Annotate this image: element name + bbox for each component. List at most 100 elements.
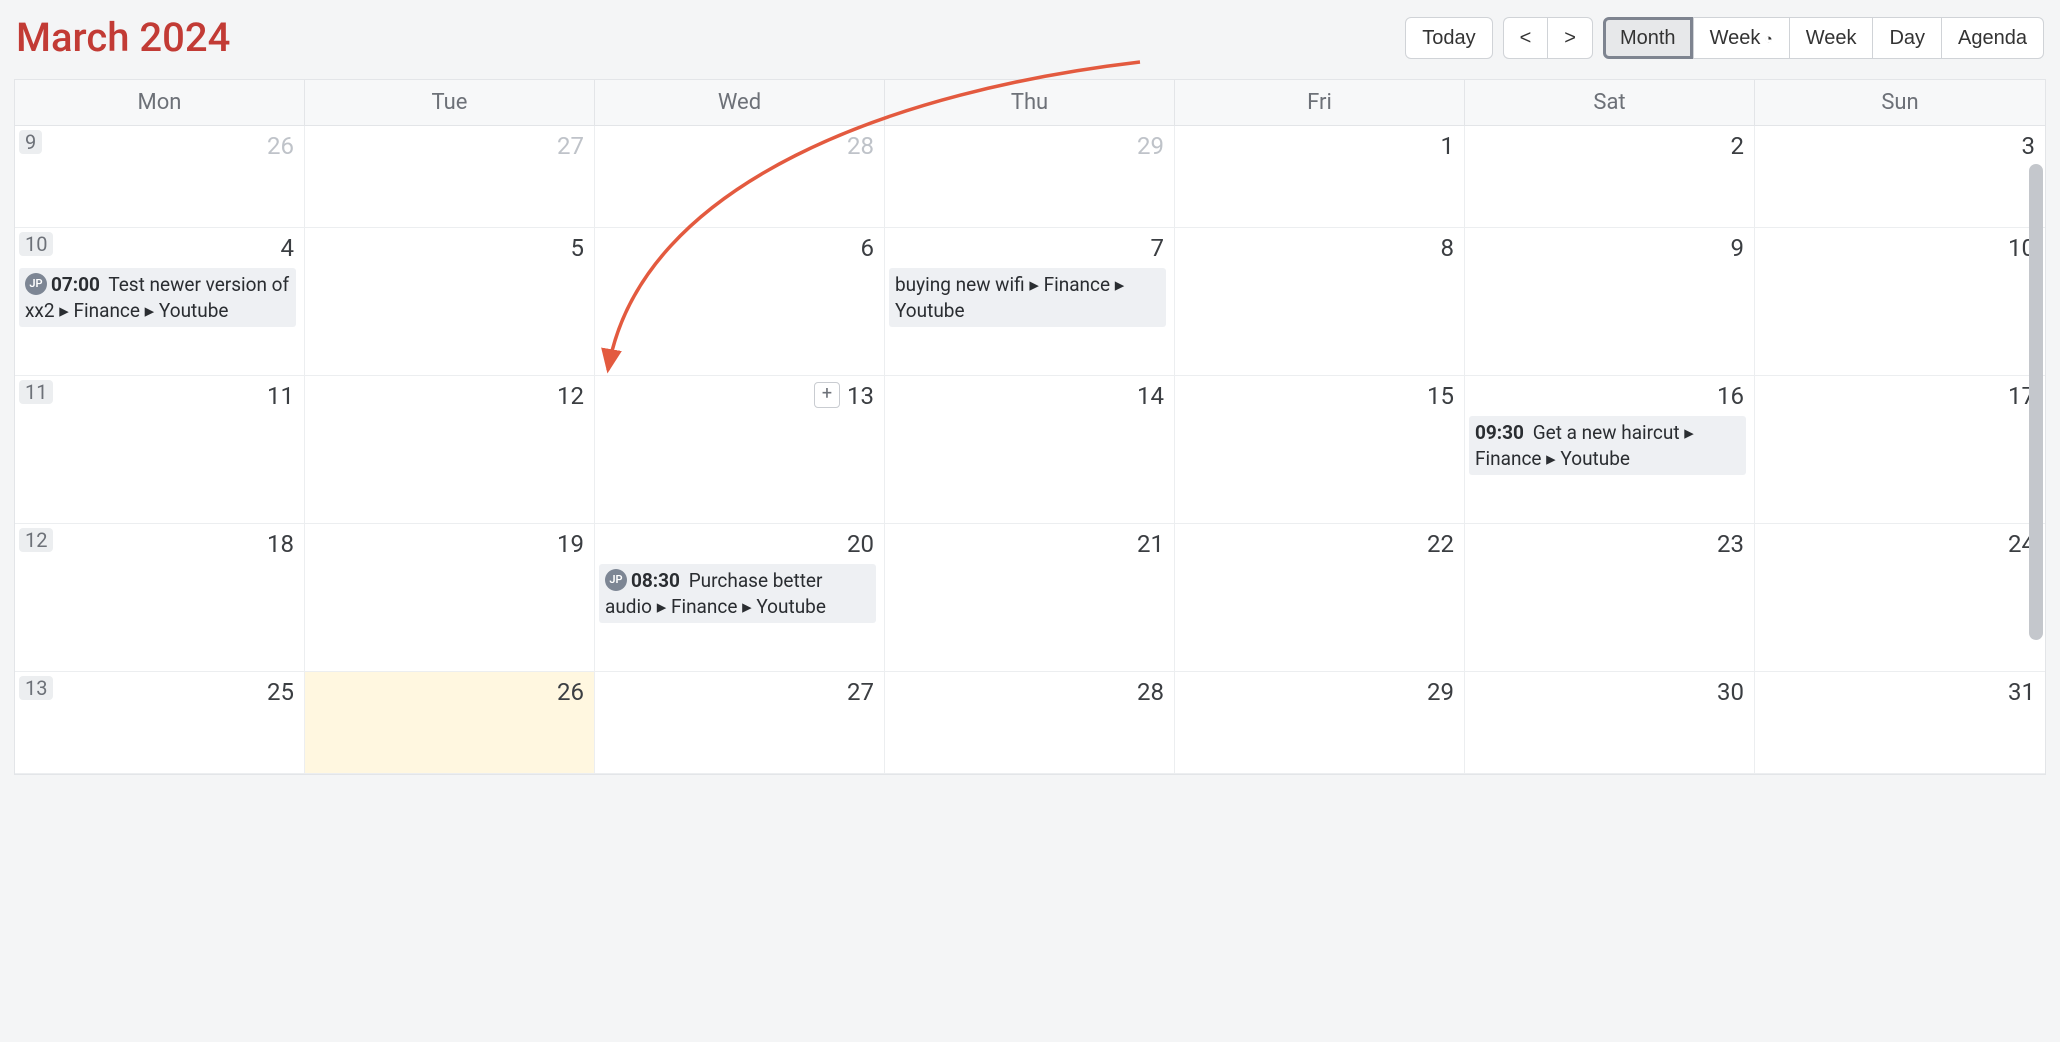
day-number: 6 [861,234,875,262]
page-title: March 2024 [16,14,230,61]
day-cell[interactable]: 8 [1175,228,1465,375]
day-cell[interactable]: 14 [885,376,1175,523]
day-cell[interactable]: 24 [1755,524,2045,671]
day-cell[interactable]: 23 [1465,524,1755,671]
day-number: 26 [267,132,294,160]
day-number: 14 [1137,382,1164,410]
day-header: Thu [885,80,1175,125]
day-cell[interactable]: 19 [305,524,595,671]
add-event-button[interactable]: + [814,382,840,408]
week-row: 10 4 JP07:00 Test newer version of xx2 ▸ F… [15,228,2045,376]
view-button-week-clock[interactable]: Week ◔ [1693,17,1789,59]
day-cell[interactable]: 10 4 JP07:00 Test newer version of xx2 ▸ F… [15,228,305,375]
day-cell[interactable]: 28 [885,672,1175,773]
day-cell[interactable]: 1 [1175,126,1465,227]
day-number: 28 [1137,678,1164,706]
day-cell[interactable]: 21 [885,524,1175,671]
day-number: 2 [1731,132,1745,160]
day-number: 26 [557,678,584,706]
day-number: 11 [267,382,294,410]
day-number: 13 [847,382,874,410]
day-number: 20 [847,530,874,558]
event-chip[interactable]: JP07:00 Test newer version of xx2 ▸ Fina… [19,268,296,327]
event-chip[interactable]: JP08:30 Purchase better audio ▸ Finance … [599,564,876,623]
view-button-agenda[interactable]: Agenda [1941,17,2044,59]
day-number: 27 [557,132,584,160]
week-number: 10 [19,232,53,256]
event-chip[interactable]: 09:30 Get a new haircut ▸ Finance ▸ Yout… [1469,416,1746,475]
day-number: 23 [1717,530,1744,558]
day-cell[interactable]: 6 [595,228,885,375]
event-time: 09:30 [1475,421,1524,444]
next-button[interactable]: > [1547,17,1593,59]
day-cell[interactable]: 17 [1755,376,2045,523]
day-cell[interactable]: 11 11 [15,376,305,523]
day-header: Fri [1175,80,1465,125]
day-cell[interactable]: 15 [1175,376,1465,523]
day-number: 3 [2022,132,2036,160]
today-button[interactable]: Today [1405,17,1492,59]
day-cell[interactable]: 10 [1755,228,2045,375]
day-header: Tue [305,80,595,125]
scrollbar-thumb[interactable] [2029,164,2043,640]
day-cell[interactable]: 20 JP08:30 Purchase better audio ▸ Financ… [595,524,885,671]
day-number: 21 [1137,530,1164,558]
day-cell[interactable]: 12 [305,376,595,523]
day-number: 7 [1151,234,1165,262]
event-time: 07:00 [51,273,100,296]
day-cell[interactable]: 22 [1175,524,1465,671]
day-cell[interactable]: 28 [595,126,885,227]
week-row: 1325 26 27 28 29 30 31 [15,672,2045,774]
day-cell[interactable]: 1325 [15,672,305,773]
day-number: 15 [1427,382,1454,410]
day-cell[interactable]: 30 [1465,672,1755,773]
day-number: 16 [1717,382,1744,410]
avatar: JP [605,569,627,591]
day-cell[interactable]: 27 [305,126,595,227]
day-cell[interactable]: 31 [1755,672,2045,773]
view-button-day[interactable]: Day [1872,17,1941,59]
day-cell[interactable]: 13 + [595,376,885,523]
week-number: 9 [19,130,42,154]
day-cell[interactable]: 1218 [15,524,305,671]
view-toolbar: Today < > MonthWeek ◔WeekDayAgenda [1405,17,2044,59]
scrollbar[interactable] [2027,164,2045,774]
day-cell[interactable]: 27 [595,672,885,773]
day-cell[interactable]: 26 [305,672,595,773]
day-cell[interactable]: 3 [1755,126,2045,227]
week-row: 9 26 27 28 29 1 2 3 [15,126,2045,228]
event-time: 08:30 [631,569,680,592]
day-header: Sat [1465,80,1755,125]
day-number: 1 [1441,132,1455,160]
day-number: 30 [1717,678,1744,706]
day-number: 8 [1441,234,1455,262]
day-number: 29 [1137,132,1164,160]
day-cell[interactable]: 29 [885,126,1175,227]
day-cell[interactable]: 7 buying new wifi ▸ Finance ▸ Youtube [885,228,1175,375]
day-number: 12 [557,382,584,410]
day-cell[interactable]: 29 [1175,672,1465,773]
event-title: buying new wifi ▸ Finance ▸ Youtube [895,273,1124,322]
day-cell[interactable]: 9 26 [15,126,305,227]
view-button-month[interactable]: Month [1603,17,1693,59]
day-number: 29 [1427,678,1454,706]
view-switch-group: MonthWeek ◔WeekDayAgenda [1603,17,2044,59]
week-row: 11 11 12 13 +14 15 16 09:30 Get a new haircut ▸… [15,376,2045,524]
prev-button[interactable]: < [1503,17,1548,59]
week-number: 11 [19,380,53,404]
day-number: 4 [281,234,295,262]
view-button-week[interactable]: Week [1789,17,1873,59]
week-number: 12 [19,528,53,552]
calendar-grid: MonTueWedThuFriSatSun 926272829123104JP0… [14,79,2046,775]
nav-group: < > [1503,17,1593,59]
day-cell[interactable]: 9 [1465,228,1755,375]
day-number: 28 [847,132,874,160]
day-cell[interactable]: 2 [1465,126,1755,227]
event-chip[interactable]: buying new wifi ▸ Finance ▸ Youtube [889,268,1166,327]
day-header: Sun [1755,80,2045,125]
day-cell[interactable]: 16 09:30 Get a new haircut ▸ Finance ▸ Yo… [1465,376,1755,523]
avatar: JP [25,273,47,295]
day-number: 27 [847,678,874,706]
week-number: 13 [19,676,53,700]
day-cell[interactable]: 5 [305,228,595,375]
